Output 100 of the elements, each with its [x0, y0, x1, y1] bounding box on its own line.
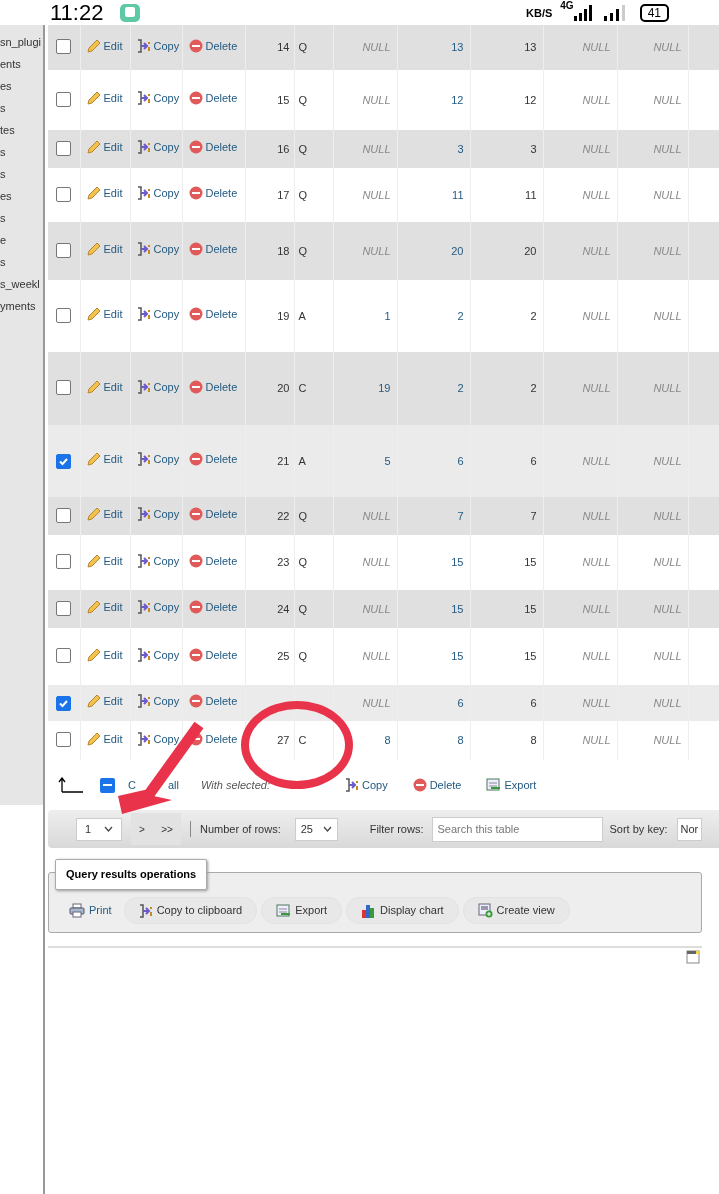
copy-link[interactable]: Copy — [136, 506, 180, 523]
copy-link[interactable]: Copy — [344, 776, 388, 794]
delete-link[interactable]: Delete — [188, 506, 238, 523]
edit-link[interactable]: Edit — [86, 139, 123, 156]
table-cell: 15 — [470, 535, 543, 590]
edit-link[interactable]: Edit — [86, 646, 123, 664]
row-checkbox[interactable] — [56, 453, 72, 469]
copy-icon — [136, 694, 151, 709]
copy-icon — [136, 186, 151, 201]
copy-link[interactable]: Copy — [136, 730, 180, 748]
row-checkbox[interactable] — [56, 307, 72, 323]
row-checkbox[interactable] — [56, 648, 72, 664]
delete-link[interactable]: Delete — [188, 552, 238, 570]
sidebar-item[interactable]: yments — [0, 295, 43, 317]
delete-link[interactable]: Delete — [188, 646, 238, 664]
rows-select[interactable]: 25 — [294, 817, 338, 841]
delete-link[interactable]: Delete — [188, 37, 238, 55]
filter-input[interactable]: Search this table — [432, 816, 604, 842]
check-all-label[interactable]: C — [128, 776, 136, 794]
delete-link[interactable]: Delete — [188, 241, 238, 258]
delete-link[interactable]: Delete — [188, 599, 238, 616]
delete-link[interactable]: Delete — [188, 306, 238, 323]
copy-link[interactable]: Copy — [136, 451, 180, 468]
row-checkbox[interactable] — [56, 91, 72, 107]
copy-link[interactable]: Copy — [136, 378, 180, 396]
table-cell: NULL — [617, 590, 688, 628]
row-checkbox[interactable] — [56, 242, 72, 258]
copy-link[interactable]: Copy — [136, 139, 180, 156]
sidebar-item[interactable]: s — [0, 97, 43, 119]
copy-link[interactable]: Copy — [136, 552, 180, 570]
sidebar-item[interactable]: s — [0, 141, 43, 163]
delete-link[interactable]: Delete — [188, 139, 238, 156]
sidebar-item[interactable]: sn_plugi — [0, 31, 43, 53]
row-checkbox[interactable] — [56, 554, 72, 570]
copy-link[interactable]: Copy — [136, 646, 180, 664]
row-checkbox[interactable] — [56, 186, 72, 202]
copy-icon — [136, 91, 151, 106]
edit-link[interactable]: Edit — [86, 506, 123, 523]
row-checkbox[interactable] — [56, 140, 72, 156]
pencil-icon — [86, 38, 101, 53]
edit-link[interactable]: Edit — [86, 451, 123, 468]
edit-link[interactable]: Edit — [86, 552, 123, 570]
sidebar-item[interactable]: es — [0, 75, 43, 97]
export-button[interactable]: Export — [261, 897, 343, 924]
edit-link[interactable]: Edit — [86, 693, 123, 710]
edit-link[interactable]: Edit — [86, 185, 123, 202]
edit-link[interactable]: Edit — [86, 378, 123, 396]
edit-link[interactable]: Edit — [86, 306, 123, 323]
table-cell: NULL — [333, 685, 397, 721]
row-checkbox[interactable] — [56, 600, 72, 616]
row-checkbox[interactable] — [56, 39, 72, 55]
edit-link[interactable]: Edit — [86, 37, 123, 55]
sidebar-item[interactable]: e — [0, 229, 43, 251]
delete-link[interactable]: Delete — [412, 776, 462, 794]
pencil-icon — [86, 731, 101, 746]
copy-icon — [136, 452, 151, 467]
row-checkbox[interactable] — [56, 732, 72, 748]
create-view-button[interactable]: Create view — [462, 897, 570, 924]
edit-link[interactable]: Edit — [86, 730, 123, 748]
edit-link[interactable]: Edit — [86, 241, 123, 258]
copy-link[interactable]: Copy — [136, 599, 180, 616]
page-select[interactable]: 1 — [76, 817, 122, 841]
copy-link[interactable]: Copy — [136, 693, 180, 710]
display-chart-button[interactable]: Display chart — [346, 897, 459, 924]
check-all-label[interactable]: all — [167, 776, 179, 794]
edit-link[interactable]: Edit — [86, 599, 123, 616]
sidebar-item[interactable]: s — [0, 207, 43, 229]
copy-link[interactable]: Copy — [136, 241, 180, 258]
row-checkbox[interactable] — [56, 380, 72, 396]
next-page-button[interactable]: > — [131, 821, 153, 837]
table-cell: NULL — [543, 425, 617, 497]
row-checkbox[interactable] — [56, 695, 72, 711]
print-link[interactable]: Print — [61, 897, 120, 924]
copy-to-clipboard-button[interactable]: Copy to clipboard — [123, 897, 258, 924]
copy-link[interactable]: Copy — [136, 185, 180, 202]
last-page-button[interactable]: >> — [153, 821, 181, 837]
row-checkbox[interactable] — [56, 507, 72, 523]
table-cell: 8 — [397, 721, 470, 760]
sidebar-item[interactable]: tes — [0, 119, 43, 141]
delete-link[interactable]: Delete — [188, 90, 238, 107]
copy-icon — [136, 731, 151, 746]
copy-link[interactable]: Copy — [136, 306, 180, 323]
sidebar-item[interactable]: s_weekl — [0, 273, 43, 295]
delete-link[interactable]: Delete — [188, 378, 238, 396]
export-link[interactable]: Export — [486, 776, 537, 794]
copy-icon — [136, 647, 151, 662]
table-cell: 8 — [470, 721, 543, 760]
sort-select[interactable]: Nor — [676, 817, 703, 841]
check-all-checkbox[interactable] — [100, 777, 115, 793]
copy-link[interactable]: Copy — [136, 37, 180, 55]
edit-link[interactable]: Edit — [86, 90, 123, 107]
sidebar-item[interactable]: s — [0, 163, 43, 185]
sidebar-item[interactable]: s — [0, 251, 43, 273]
delete-link[interactable]: Delete — [188, 185, 238, 202]
delete-link[interactable]: Delete — [188, 451, 238, 468]
sidebar-item[interactable]: es — [0, 185, 43, 207]
copy-link[interactable]: Copy — [136, 90, 180, 107]
table-cell: 17 — [245, 168, 294, 222]
delete-link[interactable]: Delete — [188, 693, 238, 710]
sidebar-item[interactable]: ents — [0, 53, 43, 75]
